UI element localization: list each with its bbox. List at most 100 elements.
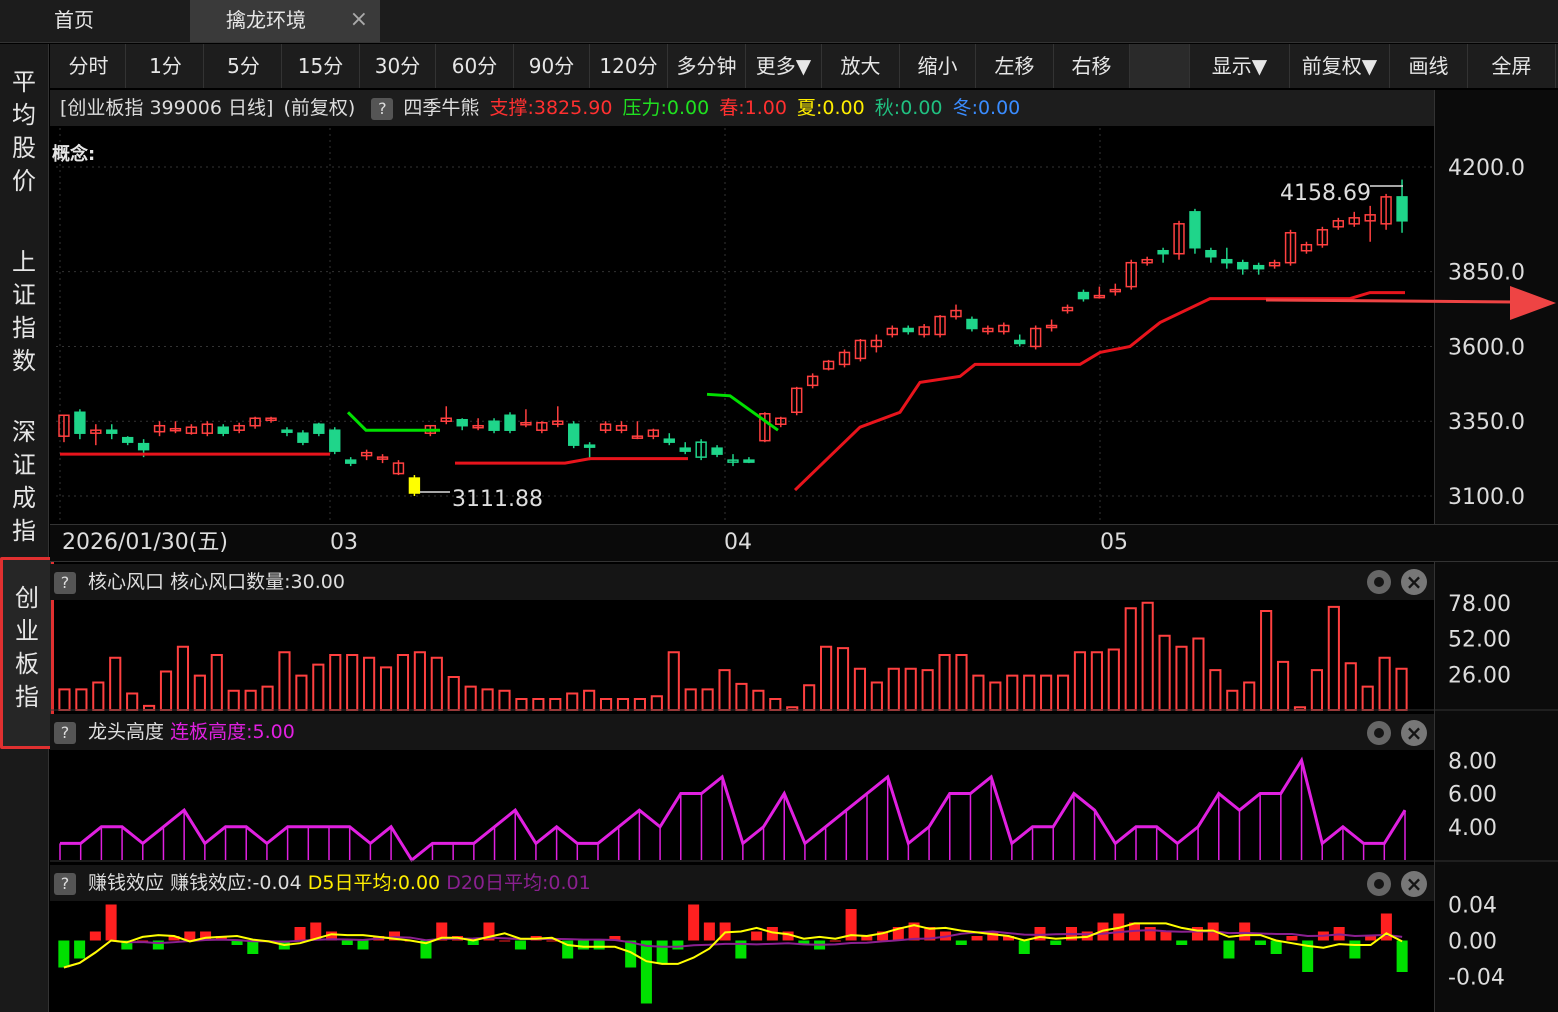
candle-body — [1221, 258, 1233, 264]
price-tick-label: 3600.0 — [1448, 335, 1525, 360]
candle — [568, 421, 580, 449]
candle-body — [1205, 249, 1217, 258]
core-bar — [1006, 674, 1019, 711]
core-bar — [1243, 681, 1256, 711]
candle — [1348, 211, 1360, 227]
candle — [1109, 283, 1121, 296]
candle-body — [663, 438, 675, 443]
core-bar — [938, 654, 951, 711]
core-bar — [921, 669, 934, 711]
core-bar — [1395, 667, 1408, 711]
money-bar — [74, 940, 86, 959]
candle — [791, 386, 803, 416]
price-tick-label: 3850.0 — [1448, 261, 1525, 286]
candle — [982, 325, 994, 335]
core-bar — [126, 692, 139, 711]
core-bar — [379, 666, 393, 711]
core-bar — [346, 654, 359, 711]
candle — [870, 334, 883, 353]
candle-body — [345, 459, 357, 464]
core-bar — [295, 674, 308, 711]
core-bar — [1141, 601, 1154, 711]
money-bar — [58, 940, 70, 968]
money-bar — [1223, 940, 1235, 959]
candle — [599, 421, 612, 434]
candle — [1125, 259, 1137, 290]
money-bar — [1270, 940, 1282, 954]
core-bar — [735, 682, 748, 711]
candle-body — [408, 477, 421, 494]
candle-body — [1014, 339, 1026, 345]
candle — [169, 421, 182, 434]
core-bar — [430, 656, 443, 711]
candle — [1173, 220, 1185, 260]
core-bar — [1344, 662, 1357, 711]
core-bar — [1260, 610, 1273, 711]
candle — [1284, 229, 1297, 266]
core-bar — [752, 689, 765, 711]
money-bar — [971, 936, 983, 941]
candle — [376, 454, 389, 464]
core-bar — [532, 698, 545, 711]
candle — [663, 433, 675, 446]
dragon-line — [60, 756, 1407, 863]
core-bar — [261, 685, 274, 711]
candle-body — [456, 418, 468, 427]
gear-icon-hole — [1374, 728, 1384, 738]
candle — [536, 421, 548, 434]
money-bar — [1365, 936, 1377, 941]
close-icon-glyph: × — [1406, 721, 1423, 745]
annotation-arrow-shaft — [1265, 298, 1516, 304]
candle — [1221, 247, 1233, 269]
candle — [1252, 262, 1265, 275]
candle — [504, 412, 516, 434]
candle-body — [1157, 249, 1169, 255]
candle — [392, 460, 405, 476]
price-tick-label: 3100.0 — [1448, 485, 1525, 510]
money-bar — [1018, 940, 1030, 954]
candle — [153, 421, 166, 437]
candle — [966, 316, 978, 332]
core-bar — [396, 654, 410, 711]
money-bar — [105, 904, 117, 941]
core-bar — [312, 663, 325, 711]
price-tick-label: 4200.0 — [1448, 156, 1525, 181]
core-bar — [1023, 674, 1036, 711]
core-bar — [1192, 637, 1205, 711]
gear-icon-hole — [1374, 577, 1384, 587]
core-bar — [143, 704, 156, 711]
core-bar — [278, 651, 291, 711]
core-bar — [887, 667, 900, 711]
money-bar — [1349, 940, 1361, 959]
candle — [854, 338, 867, 362]
core-bar — [464, 685, 477, 711]
chart-canvas: 4200.0 3850.0 3600.0 3350.0 3100.0 4158.69 311… — [50, 128, 1558, 1004]
candle-body — [679, 447, 691, 452]
candle — [902, 325, 914, 335]
money-bar — [1286, 936, 1298, 941]
tick-label: 8.00 — [1448, 749, 1497, 774]
candle — [775, 416, 787, 428]
candle — [838, 349, 851, 368]
candle-body — [743, 459, 755, 463]
money-bar — [703, 922, 715, 941]
candle — [695, 439, 707, 461]
tick-label: 6.00 — [1448, 783, 1497, 808]
candle — [1077, 289, 1090, 302]
core-bar — [853, 667, 867, 711]
money-bar — [294, 927, 306, 941]
candle — [58, 414, 70, 443]
core-bar — [718, 669, 731, 711]
core-bar — [972, 674, 985, 711]
core-bar — [1107, 648, 1120, 711]
core-bar — [836, 647, 850, 711]
core-bar — [413, 651, 426, 711]
candle-body — [1189, 211, 1201, 249]
money-bar — [751, 931, 763, 941]
core-bar — [329, 654, 342, 711]
core-bar — [616, 698, 630, 711]
candle-body — [1077, 291, 1090, 300]
tick-label: -0.04 — [1448, 966, 1505, 991]
candle — [1093, 286, 1106, 299]
tick-label: 0.00 — [1448, 930, 1497, 955]
